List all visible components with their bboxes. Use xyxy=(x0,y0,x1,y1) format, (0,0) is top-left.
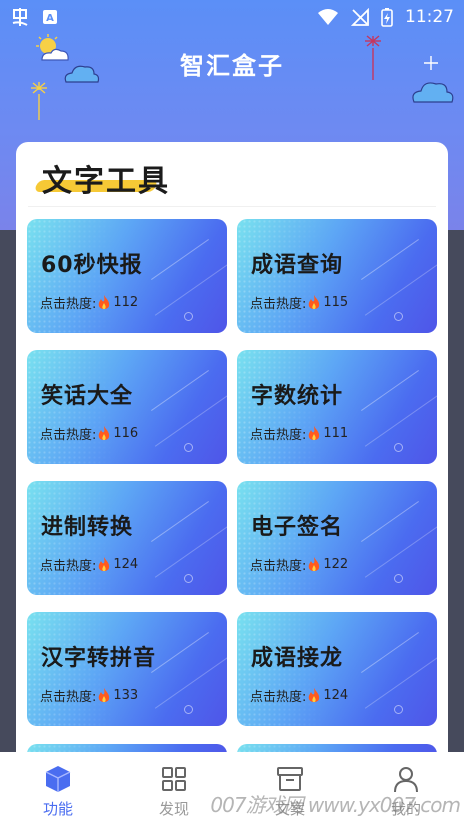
tile-decoration-circle xyxy=(394,312,403,321)
tool-name: 进制转换 xyxy=(41,515,134,540)
tile-decoration-line xyxy=(151,501,209,542)
tile-decoration-line xyxy=(364,525,437,578)
tool-tile[interactable]: 电子签名点击热度: 122 xyxy=(237,481,437,595)
tool-heat: 点击热度: 124 xyxy=(40,555,138,574)
heat-label: 点击热度: xyxy=(250,428,307,443)
tile-decoration-line xyxy=(364,656,437,709)
tile-decoration-circle xyxy=(394,705,403,714)
app-title: 智汇盒子 xyxy=(180,52,284,80)
tool-name: 字数统计 xyxy=(251,384,344,409)
tile-decoration-circle xyxy=(394,574,403,583)
section-title: 文字工具 xyxy=(42,164,170,199)
tool-tile[interactable]: 60秒快报点击热度: 112 xyxy=(27,219,227,333)
tool-heat: 点击热度: 111 xyxy=(250,424,348,443)
a-badge-icon: A xyxy=(43,10,57,24)
flame-icon xyxy=(99,294,110,309)
wifi-icon xyxy=(318,9,338,25)
tool-tile[interactable]: 笑话大全点击热度: 116 xyxy=(27,350,227,464)
tile-decoration-line xyxy=(154,525,227,578)
tile-decoration-line xyxy=(154,656,227,709)
status-bar: A 11:27 xyxy=(0,0,464,34)
tile-decoration-line xyxy=(364,394,437,447)
heat-value: 124 xyxy=(113,557,139,572)
heat-value: 122 xyxy=(323,557,349,572)
tool-heat: 点击热度: 115 xyxy=(250,293,348,312)
heat-value: 112 xyxy=(113,295,139,310)
tool-name: 成语查询 xyxy=(251,253,344,278)
tool-heat: 点击热度: 122 xyxy=(250,555,348,574)
tile-decoration-line xyxy=(361,501,419,542)
tile-decoration-line xyxy=(151,632,209,673)
tool-tile[interactable]: 成语接龙点击热度: 124 xyxy=(237,612,437,726)
tool-tile[interactable]: 汉字转拼音点击热度: 133 xyxy=(27,612,227,726)
battery-charging-icon xyxy=(381,8,393,27)
flame-icon xyxy=(99,425,110,440)
tool-tile[interactable]: 进制转换点击热度: 124 xyxy=(27,481,227,595)
tile-decoration-circle xyxy=(184,705,193,714)
heat-value: 116 xyxy=(113,426,139,441)
grid-icon xyxy=(162,767,186,791)
tile-decoration-line xyxy=(361,370,419,411)
tool-name: 笑话大全 xyxy=(41,384,134,409)
tool-name: 汉字转拼音 xyxy=(41,646,157,671)
tool-tile[interactable]: 成语查询点击热度: 115 xyxy=(237,219,437,333)
flame-icon xyxy=(309,294,320,309)
nav-label: 发现 xyxy=(158,800,189,818)
tile-decoration-circle xyxy=(394,443,403,452)
svg-text:A: A xyxy=(46,13,54,24)
tool-heat: 点击热度: 112 xyxy=(40,293,138,312)
tool-name: 60秒快报 xyxy=(41,253,143,278)
heat-label: 点击热度: xyxy=(250,297,307,312)
tile-decoration-circle xyxy=(184,312,193,321)
tool-heat: 点击热度: 124 xyxy=(250,686,348,705)
app-logo-icon xyxy=(12,8,28,26)
tool-name: 成语接龙 xyxy=(251,646,344,671)
divider xyxy=(28,206,436,207)
heat-label: 点击热度: xyxy=(40,559,97,574)
tool-heat: 点击热度: 116 xyxy=(40,424,138,443)
tool-name: 电子签名 xyxy=(251,515,344,540)
signal-off-icon xyxy=(351,8,369,26)
heat-value: 115 xyxy=(323,295,349,310)
tool-heat: 点击热度: 133 xyxy=(40,686,138,705)
heat-label: 点击热度: xyxy=(250,559,307,574)
cube-icon xyxy=(45,766,71,792)
flame-icon xyxy=(99,556,110,571)
flame-icon xyxy=(309,687,320,702)
tile-decoration-line xyxy=(151,239,209,280)
tile-decoration-line xyxy=(151,370,209,411)
heat-label: 点击热度: xyxy=(40,690,97,705)
heat-value: 133 xyxy=(113,688,139,703)
heat-label: 点击热度: xyxy=(40,297,97,312)
tile-decoration-line xyxy=(364,263,437,316)
watermark: 007游戏网 www.yx007.com xyxy=(210,793,461,817)
tile-decoration-line xyxy=(361,632,419,673)
flame-icon xyxy=(99,687,110,702)
tile-decoration-line xyxy=(361,239,419,280)
flame-icon xyxy=(309,425,320,440)
nav-label: 功能 xyxy=(42,800,73,818)
heat-label: 点击热度: xyxy=(250,690,307,705)
tile-decoration-line xyxy=(154,263,227,316)
firework-icon xyxy=(31,82,47,120)
heat-value: 124 xyxy=(323,688,349,703)
nav-tab-features[interactable]: 功能 xyxy=(0,752,116,824)
heat-label: 点击热度: xyxy=(40,428,97,443)
tile-decoration-circle xyxy=(184,574,193,583)
flame-icon xyxy=(309,556,320,571)
tool-tile[interactable]: 字数统计点击热度: 111 xyxy=(237,350,437,464)
heat-value: 111 xyxy=(323,426,349,441)
tile-decoration-circle xyxy=(184,443,193,452)
tile-decoration-line xyxy=(154,394,227,447)
status-time: 11:27 xyxy=(405,7,454,27)
